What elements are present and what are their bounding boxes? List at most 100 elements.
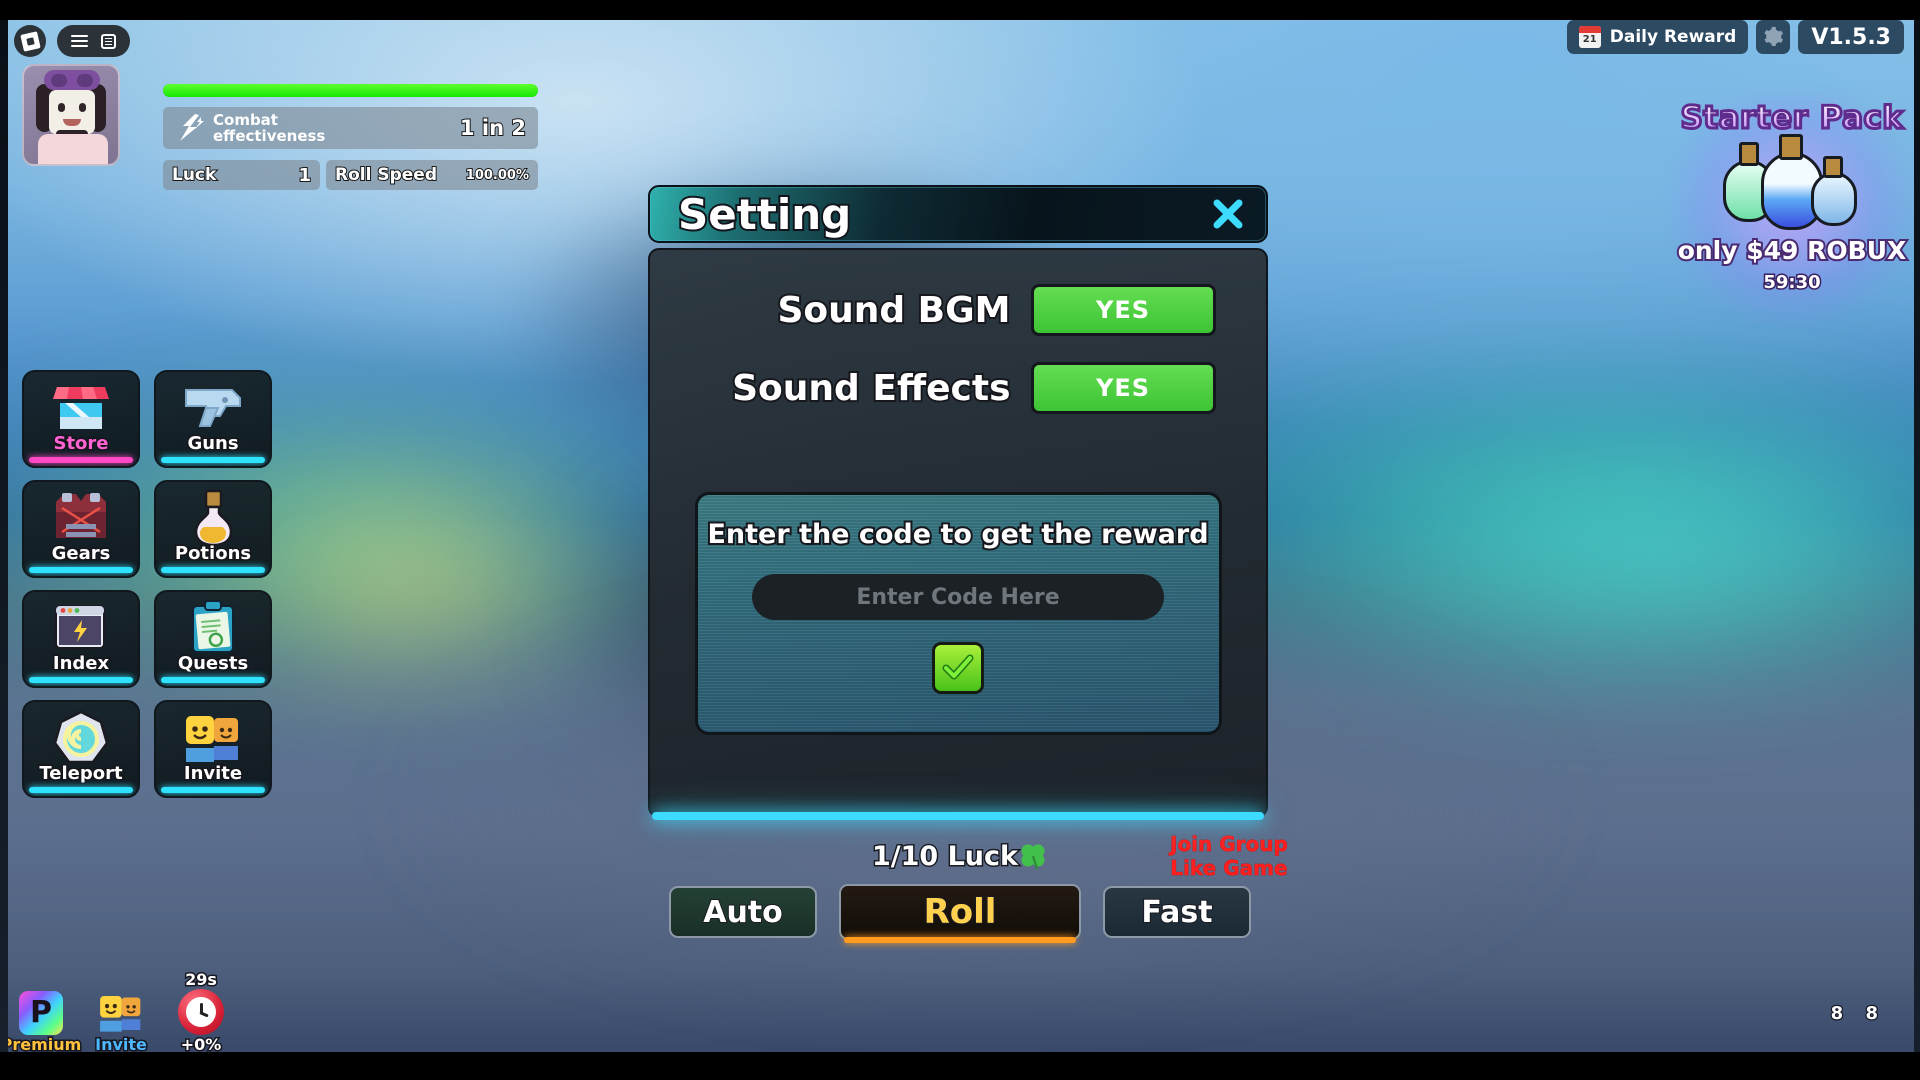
bottom-letterbox xyxy=(0,1052,1920,1080)
code-redeem-panel: Enter the code to get the reward Enter C… xyxy=(694,492,1222,735)
clipboard-icon xyxy=(156,597,270,659)
menu-accent-potions xyxy=(161,567,265,573)
health-bar xyxy=(163,84,538,97)
setting-row-sound-effects: Sound Effects YES xyxy=(650,362,1266,414)
version-badge: V1.5.3 xyxy=(1798,20,1904,54)
setting-dialog: Setting Sound BGM YES Sound Effects YES … xyxy=(648,185,1268,820)
menu-label-potions: Potions xyxy=(173,542,252,566)
luck-value: 1 xyxy=(298,164,312,187)
roll-underline xyxy=(844,937,1076,943)
close-button[interactable] xyxy=(1208,194,1248,234)
like-game-text: Like Game xyxy=(1170,856,1288,881)
index-icon xyxy=(24,597,138,659)
menu-accent-quests xyxy=(161,677,265,683)
friends-icon xyxy=(100,995,141,1032)
left-menu: Store Guns Gears Potions Index Quests Te… xyxy=(22,370,272,798)
menu-button-teleport[interactable]: Teleport xyxy=(22,700,140,798)
luck-timer[interactable]: 29s +0% xyxy=(168,969,234,1056)
right-letterbox-edge xyxy=(1914,20,1920,1052)
menu-button-index[interactable]: Index xyxy=(22,590,140,688)
vest-icon xyxy=(24,487,138,549)
menu-button-invite[interactable]: Invite xyxy=(154,700,272,798)
roll-label: Roll xyxy=(923,891,998,933)
setting-row-sound-bgm: Sound BGM YES xyxy=(650,284,1266,336)
hamburger-menu-icon[interactable] xyxy=(71,35,89,47)
dialog-body: Sound BGM YES Sound Effects YES Enter th… xyxy=(648,248,1268,820)
starter-pack-title: Starter Pack xyxy=(1679,99,1905,138)
luck-display: 1/10 Luck xyxy=(0,840,1920,874)
join-group-prompt[interactable]: Join Group Like Game xyxy=(1170,832,1288,881)
invite-button-bottom[interactable]: Invite xyxy=(88,991,154,1056)
top-letterbox xyxy=(0,0,1920,20)
starter-pack-price: only $49 ROBUX xyxy=(1676,234,1909,267)
menu-label-teleport: Teleport xyxy=(38,762,124,786)
stopwatch-icon xyxy=(178,989,224,1035)
menu-label-index: Index xyxy=(51,652,110,676)
sound-bgm-label: Sound BGM xyxy=(775,288,1012,333)
clover-icon xyxy=(1021,844,1045,870)
roll-speed-value: 100.00% xyxy=(465,167,530,184)
roblox-logo-icon[interactable] xyxy=(14,25,46,57)
menu-accent-teleport xyxy=(29,787,133,793)
stat-roll-speed: Roll Speed 100.00% xyxy=(326,160,538,190)
luck-text: 1/10 Luck xyxy=(870,840,1019,874)
sound-effects-toggle[interactable]: YES xyxy=(1030,362,1216,414)
code-input[interactable]: Enter Code Here xyxy=(752,574,1164,620)
chat-icon[interactable] xyxy=(100,33,116,49)
menu-button-potions[interactable]: Potions xyxy=(154,480,272,578)
settings-button[interactable] xyxy=(1756,20,1791,54)
luck-label: Luck xyxy=(171,164,217,186)
daily-reward-button[interactable]: 21 Daily Reward xyxy=(1566,20,1749,54)
left-letterbox-edge xyxy=(0,20,8,1052)
avatar xyxy=(22,64,120,166)
bottom-left-icons: P Premium Invite 29s +0% xyxy=(0,969,234,1056)
roll-speed-label: Roll Speed xyxy=(334,164,438,186)
dialog-title: Setting xyxy=(676,188,853,241)
code-input-placeholder: Enter Code Here xyxy=(856,584,1060,610)
top-right-bar: 21 Daily Reward V1.5.3 xyxy=(1566,20,1904,54)
timer-seconds: 29s xyxy=(184,969,219,991)
premium-glyph: P xyxy=(30,995,52,1030)
menu-accent-store xyxy=(29,457,133,463)
potion-icon xyxy=(156,487,270,549)
menu-accent-invite xyxy=(161,787,265,793)
close-x-icon xyxy=(1213,199,1243,229)
code-submit-button[interactable] xyxy=(932,642,984,694)
premium-button[interactable]: P Premium xyxy=(0,991,83,1056)
roll-controls: Auto Roll Fast xyxy=(669,884,1251,943)
potion-bottles-icon xyxy=(1717,134,1867,234)
stat-combat-effectiveness: Combat effectiveness 1 in 2 xyxy=(163,107,538,149)
corner-counter: 8 8 xyxy=(1829,1002,1886,1026)
calendar-icon: 21 xyxy=(1578,26,1601,48)
calendar-day: 21 xyxy=(1582,34,1597,45)
starter-pack-panel[interactable]: Starter Pack only $49 ROBUX 59:30 xyxy=(1662,94,1920,340)
sound-effects-label: Sound Effects xyxy=(730,366,1012,411)
fast-button[interactable]: Fast xyxy=(1103,886,1251,938)
menu-accent-index xyxy=(29,677,133,683)
stat-luck: Luck 1 xyxy=(163,160,320,190)
join-group-text: Join Group xyxy=(1170,832,1288,857)
portal-icon xyxy=(24,707,138,769)
menu-button-store[interactable]: Store xyxy=(22,370,140,468)
combat-label-line1: Combat xyxy=(213,111,278,129)
combat-label-line2: effectiveness xyxy=(213,127,326,145)
menu-button-quests[interactable]: Quests xyxy=(154,590,272,688)
menu-button-guns[interactable]: Guns xyxy=(154,370,272,468)
lightning-bolt-icon xyxy=(180,114,204,141)
menu-label-guns: Guns xyxy=(186,432,240,456)
gear-icon xyxy=(1764,26,1784,46)
game-screen: Combat effectiveness 1 in 2 Luck 1 Roll … xyxy=(0,0,1920,1080)
daily-reward-label: Daily Reward xyxy=(1609,27,1737,47)
combat-value: 1 in 2 xyxy=(459,115,527,141)
sound-bgm-toggle[interactable]: YES xyxy=(1030,284,1216,336)
roblox-menu-pill[interactable] xyxy=(57,25,130,57)
auto-button[interactable]: Auto xyxy=(669,886,817,938)
version-label: V1.5.3 xyxy=(1811,24,1891,50)
menu-button-gears[interactable]: Gears xyxy=(22,480,140,578)
menu-label-gears: Gears xyxy=(50,542,112,566)
gun-icon xyxy=(156,377,270,439)
store-icon xyxy=(24,377,138,439)
code-panel-title: Enter the code to get the reward xyxy=(705,517,1210,552)
menu-label-invite: Invite xyxy=(182,762,243,786)
roll-button[interactable]: Roll xyxy=(839,884,1081,943)
